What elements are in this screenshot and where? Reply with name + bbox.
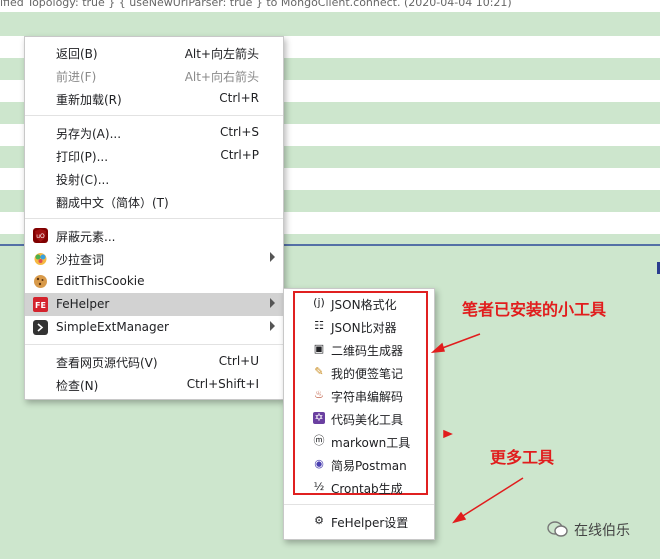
wechat-icon — [547, 520, 569, 541]
arrow-more-tools — [457, 477, 524, 520]
annotation-arrows — [430, 333, 524, 524]
watermark-text: 在线伯乐 — [574, 523, 630, 539]
arrow-head — [430, 342, 445, 353]
arrow-head — [452, 511, 467, 524]
annotation-installed-tools: 笔者已安装的小工具 — [462, 300, 607, 319]
annotation-more-tools: 更多工具 — [490, 448, 555, 467]
arrow-mark — [443, 429, 453, 439]
